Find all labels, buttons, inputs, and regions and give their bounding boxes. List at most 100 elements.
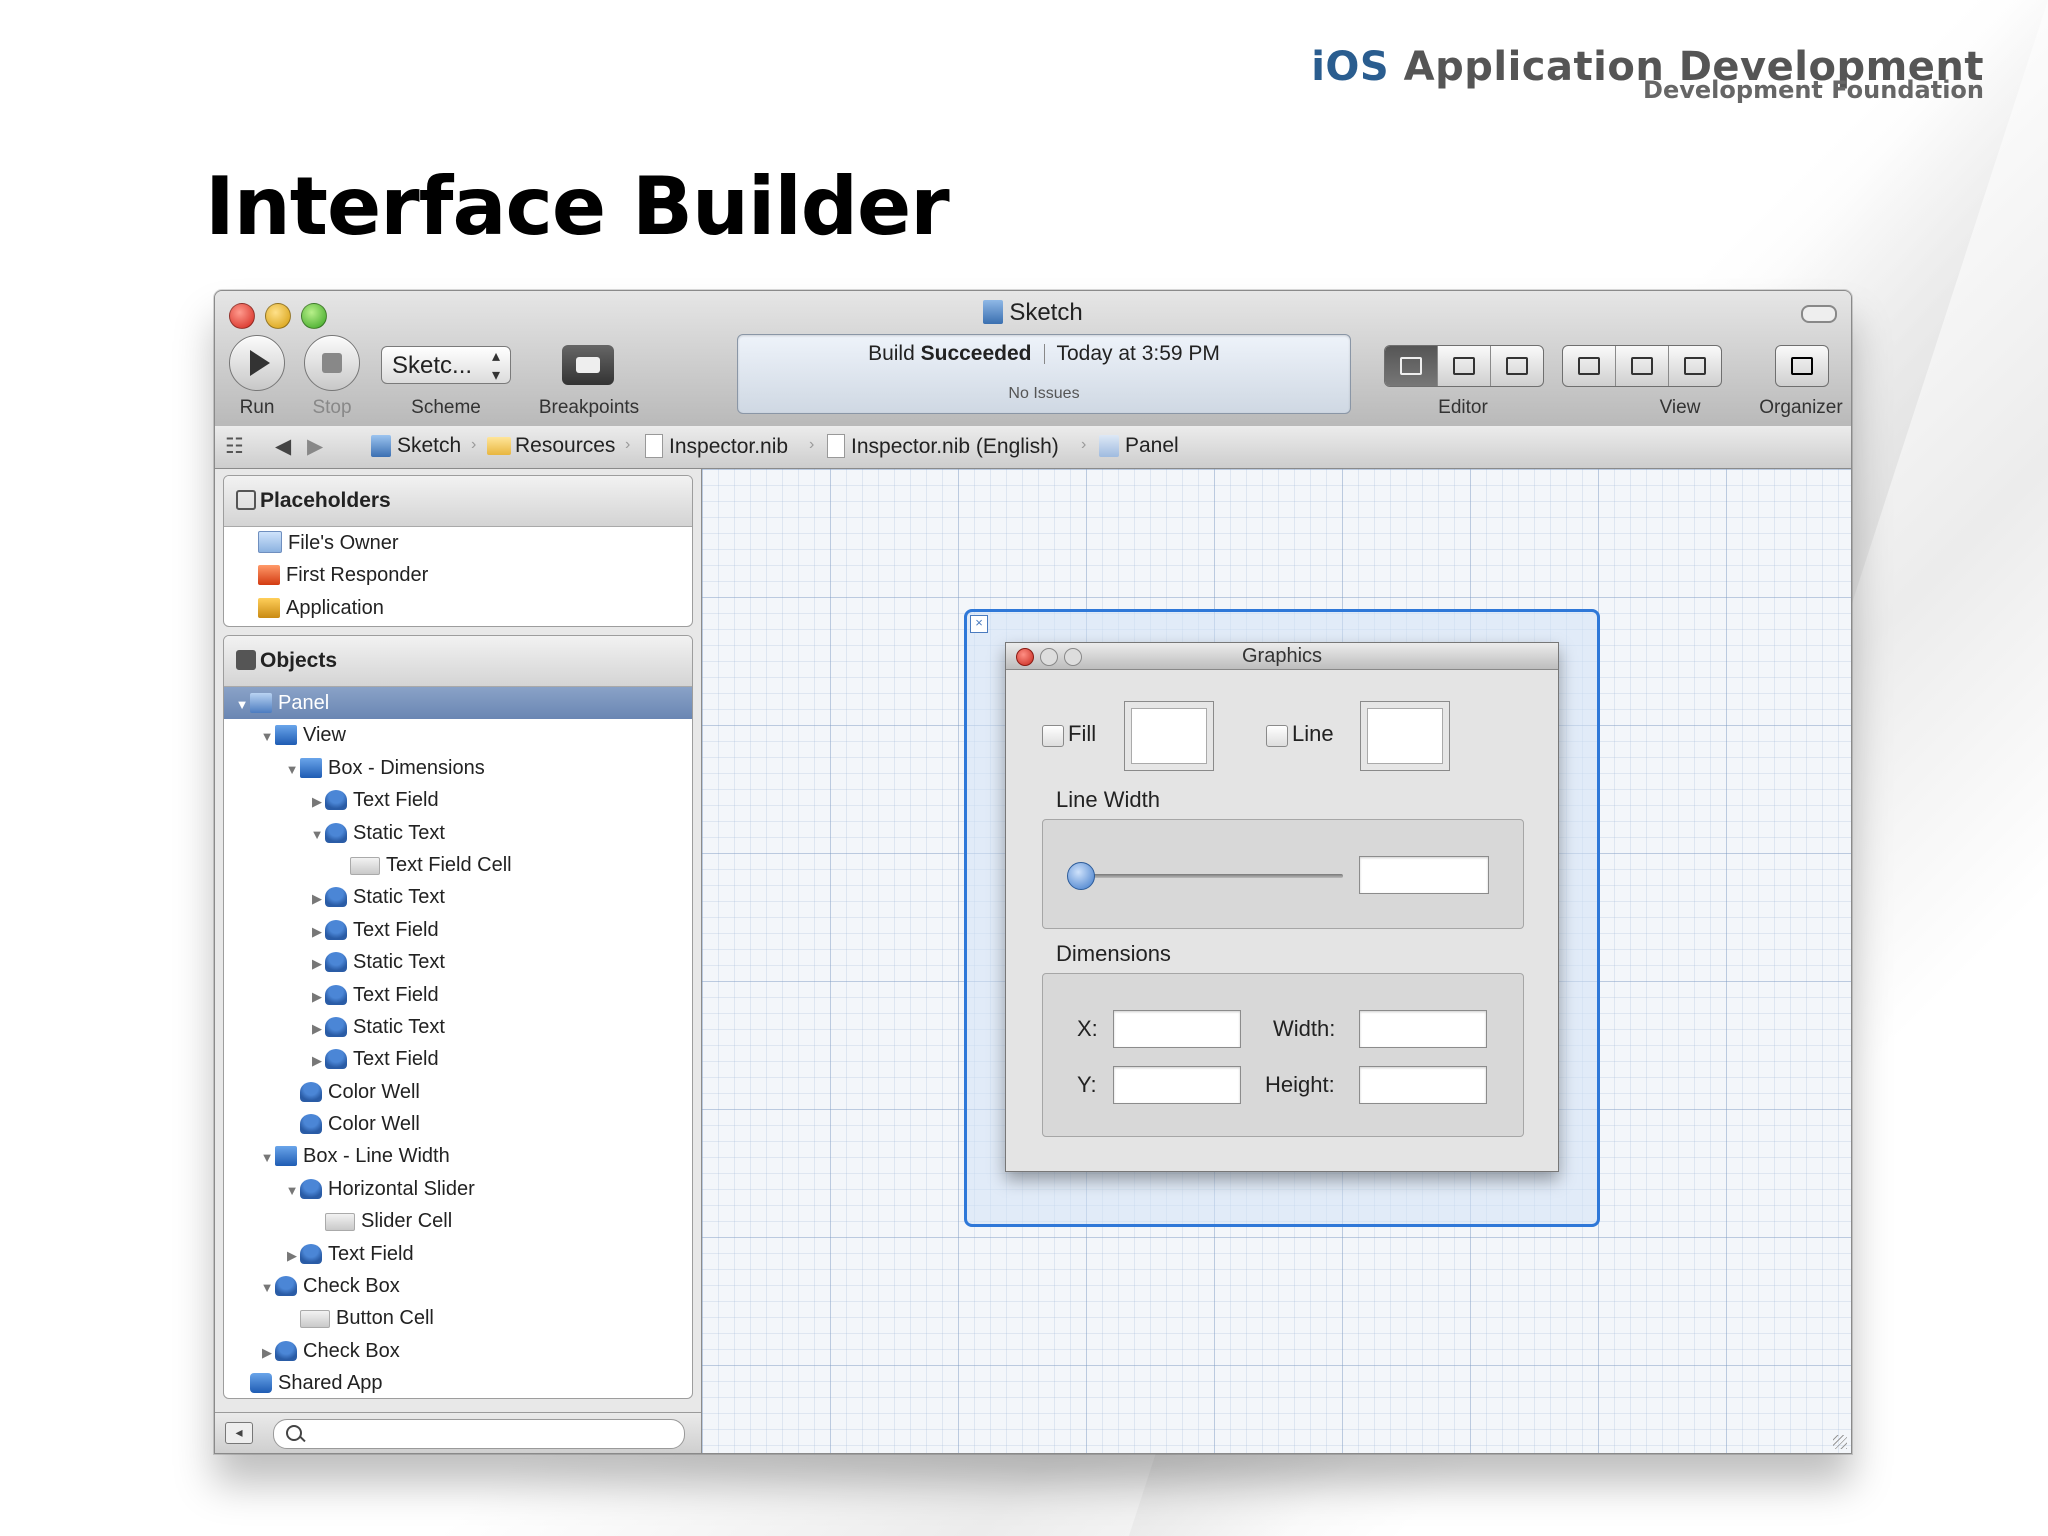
object-row[interactable]: Color Well bbox=[224, 1108, 692, 1140]
line-width-slider-knob[interactable] bbox=[1067, 862, 1095, 890]
disclosure-closed-icon[interactable]: ▶ bbox=[309, 981, 325, 1013]
disclosure-open-icon[interactable]: ▼ bbox=[234, 689, 250, 721]
organizer-label: Organizer bbox=[1759, 397, 1843, 418]
related-items-icon[interactable]: ☷ bbox=[225, 434, 244, 459]
x-field[interactable] bbox=[1113, 1010, 1241, 1048]
panel-close-dot[interactable] bbox=[1016, 648, 1034, 666]
dimensions-title: Dimensions bbox=[1056, 941, 1171, 966]
x-label: X: bbox=[1077, 1016, 1098, 1041]
disclosure-open-icon[interactable]: ▼ bbox=[259, 721, 275, 753]
issues-status[interactable]: No Issues bbox=[738, 385, 1350, 403]
fill-checkbox[interactable] bbox=[1042, 725, 1064, 747]
disclosure-closed-icon[interactable]: ▶ bbox=[309, 786, 325, 818]
jumpbar-item-resources[interactable]: Resources bbox=[487, 434, 615, 458]
object-row[interactable]: ▼ View bbox=[224, 719, 692, 751]
object-row[interactable]: Button Cell bbox=[224, 1302, 692, 1334]
object-label: Static Text bbox=[353, 951, 445, 974]
forward-arrow-icon[interactable]: ▶ bbox=[307, 434, 323, 459]
jumpbar-item-panel[interactable]: Panel bbox=[1099, 434, 1179, 458]
object-row[interactable]: ▶ Check Box bbox=[224, 1335, 692, 1367]
disclosure-closed-icon[interactable]: ▶ bbox=[309, 948, 325, 980]
line-width-slider-track[interactable] bbox=[1073, 874, 1343, 878]
placeholder-first-responder[interactable]: First Responder bbox=[224, 559, 692, 591]
disclosure-open-icon[interactable]: ▼ bbox=[259, 1272, 275, 1304]
line-checkbox[interactable] bbox=[1266, 725, 1288, 747]
object-row[interactable]: ▼ Panel bbox=[224, 687, 692, 721]
panel-zoom-dot[interactable] bbox=[1064, 648, 1082, 666]
object-row[interactable]: ▼ Static Text bbox=[224, 817, 692, 849]
version-editor-button[interactable] bbox=[1491, 346, 1543, 386]
y-field[interactable] bbox=[1113, 1066, 1241, 1104]
object-row[interactable]: Color Well bbox=[224, 1076, 692, 1108]
disclosure-open-icon[interactable]: ▼ bbox=[259, 1142, 275, 1174]
disclosure-closed-icon[interactable]: ▶ bbox=[309, 1045, 325, 1077]
object-row[interactable]: ▶ Text Field bbox=[224, 1238, 692, 1270]
line-label: Line bbox=[1292, 721, 1334, 746]
objects-header-label: Objects bbox=[260, 649, 338, 672]
outline-filter-field[interactable] bbox=[273, 1419, 685, 1449]
object-label: Check Box bbox=[303, 1339, 400, 1362]
build-state: Succeeded bbox=[920, 342, 1032, 365]
object-row[interactable]: ▶ Text Field bbox=[224, 1043, 692, 1075]
assistant-editor-button[interactable] bbox=[1438, 346, 1491, 386]
object-label: Slider Cell bbox=[361, 1210, 453, 1233]
debug-toggle-button[interactable] bbox=[1616, 346, 1669, 386]
disclosure-open-icon[interactable]: ▼ bbox=[284, 1175, 300, 1207]
run-button[interactable] bbox=[229, 335, 285, 391]
toolbar-toggle-button[interactable] bbox=[1801, 305, 1837, 323]
ib-canvas[interactable]: × Graphics Fill Line Line Width Dimensio… bbox=[702, 469, 1851, 1453]
object-row[interactable]: ▼ Box - Dimensions bbox=[224, 752, 692, 784]
jumpbar-item-project[interactable]: Sketch bbox=[371, 434, 461, 458]
navigator-toggle-button[interactable] bbox=[1563, 346, 1616, 386]
back-arrow-icon[interactable]: ◀ bbox=[275, 434, 291, 459]
stop-button[interactable] bbox=[304, 335, 360, 391]
breakpoints-button[interactable] bbox=[562, 345, 614, 385]
resize-grip-icon[interactable] bbox=[1833, 1435, 1847, 1449]
object-row[interactable]: ▶ Static Text bbox=[224, 1011, 692, 1043]
scheme-popup[interactable]: Sketc... ▴ ▾ bbox=[381, 346, 511, 384]
close-icon[interactable]: × bbox=[970, 615, 988, 633]
object-row[interactable]: Text Field Cell bbox=[224, 849, 692, 881]
disclosure-closed-icon[interactable]: ▶ bbox=[309, 1013, 325, 1045]
disclosure-closed-icon[interactable]: ▶ bbox=[309, 916, 325, 948]
panel-selection-frame[interactable]: × Graphics Fill Line Line Width Dimensio… bbox=[964, 609, 1600, 1227]
placeholder-application[interactable]: Application bbox=[224, 592, 692, 624]
search-icon bbox=[286, 1425, 302, 1441]
object-row[interactable]: Slider Cell bbox=[224, 1205, 692, 1237]
object-row[interactable]: ▼ Horizontal Slider bbox=[224, 1173, 692, 1205]
utilities-toggle-button[interactable] bbox=[1669, 346, 1721, 386]
height-field[interactable] bbox=[1359, 1066, 1487, 1104]
placeholders-header[interactable]: Placeholders bbox=[224, 476, 692, 527]
object-row[interactable]: ▼ Check Box bbox=[224, 1270, 692, 1302]
bottom-pane-icon bbox=[1631, 357, 1653, 375]
disclosure-closed-icon[interactable]: ▶ bbox=[259, 1337, 275, 1369]
xcode-window: Sketch Run Stop Sketc... ▴ ▾ Scheme Breakp… bbox=[214, 290, 1852, 1454]
object-row[interactable]: ▶ Static Text bbox=[224, 946, 692, 978]
disclosure-open-icon[interactable]: ▼ bbox=[309, 819, 325, 851]
object-row[interactable]: ▶ Text Field bbox=[224, 979, 692, 1011]
graphics-panel[interactable]: Graphics Fill Line Line Width Dimensions… bbox=[1005, 642, 1559, 1172]
panel-minimize-dot[interactable] bbox=[1040, 648, 1058, 666]
hide-outline-button[interactable]: ◂ bbox=[225, 1422, 253, 1444]
object-row[interactable]: ▶ Text Field bbox=[224, 914, 692, 946]
width-field[interactable] bbox=[1359, 1010, 1487, 1048]
placeholder-files-owner[interactable]: File's Owner bbox=[224, 527, 692, 559]
breakpoints-label: Breakpoints bbox=[538, 397, 640, 418]
disclosure-closed-icon[interactable]: ▶ bbox=[284, 1240, 300, 1272]
object-row[interactable]: ▶ Static Text bbox=[224, 881, 692, 913]
line-color-well[interactable] bbox=[1360, 701, 1450, 771]
jumpbar-item-nib[interactable]: Inspector.nib bbox=[645, 434, 788, 459]
fill-color-well[interactable] bbox=[1124, 701, 1214, 771]
object-row[interactable]: ▼ Box - Line Width bbox=[224, 1140, 692, 1172]
disclosure-open-icon[interactable]: ▼ bbox=[284, 754, 300, 786]
objects-header[interactable]: Objects bbox=[224, 636, 692, 687]
dimensions-box: X: Width: Y: Height: bbox=[1042, 973, 1524, 1137]
ctl-icon bbox=[325, 1049, 347, 1070]
object-row[interactable]: Shared App bbox=[224, 1367, 692, 1398]
line-width-field[interactable] bbox=[1359, 856, 1489, 894]
object-row[interactable]: ▶ Text Field bbox=[224, 784, 692, 816]
jumpbar-item-nib-english[interactable]: Inspector.nib (English) bbox=[827, 434, 1059, 459]
standard-editor-button[interactable] bbox=[1385, 346, 1438, 386]
disclosure-closed-icon[interactable]: ▶ bbox=[309, 883, 325, 915]
organizer-button[interactable] bbox=[1775, 345, 1829, 387]
